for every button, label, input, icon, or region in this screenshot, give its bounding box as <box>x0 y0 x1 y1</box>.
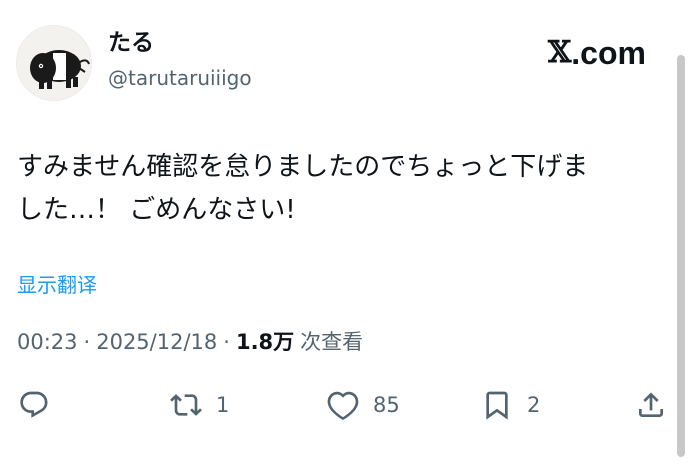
x-com-domain: .com <box>571 35 646 71</box>
handle[interactable]: @tarutaruiiigo <box>108 64 252 92</box>
like-count: 85 <box>373 393 400 417</box>
x-logo-icon: 𝕏 <box>548 35 572 70</box>
avatar[interactable] <box>16 25 92 101</box>
action-bar: 1 85 2 <box>0 383 690 427</box>
share-button[interactable] <box>635 383 667 427</box>
tapir-avatar-icon <box>30 50 90 89</box>
views-count: 1.8万 <box>235 330 295 354</box>
retweet-count: 1 <box>216 393 230 417</box>
tweet-meta: 00:23 · 2025/12/18 · 1.8万 次查看 <box>17 327 363 357</box>
like-button[interactable]: 85 <box>327 383 400 427</box>
bookmark-count: 2 <box>527 393 541 417</box>
x-com-logo[interactable]: 𝕏 .com <box>548 34 646 72</box>
tweet-text-line: すみません確認を怠りましたのでちょっと下げま <box>17 152 589 182</box>
reply-button[interactable] <box>18 383 50 427</box>
translate-link[interactable]: 显示翻译 <box>17 270 97 300</box>
tweet-text-line: した…！ ごめんなさい! <box>17 195 296 225</box>
tweet-time[interactable]: 00:23 <box>17 327 78 357</box>
meta-separator: · <box>223 330 230 354</box>
meta-separator: · <box>83 330 91 354</box>
views-label: 次查看 <box>300 330 364 354</box>
bookmark-icon <box>486 391 508 420</box>
reply-icon <box>20 391 48 418</box>
retweet-icon <box>170 394 202 416</box>
like-icon <box>327 391 359 420</box>
tweet-date[interactable]: 2025/12/18 <box>96 327 217 357</box>
bookmark-button[interactable]: 2 <box>481 383 540 427</box>
retweet-button[interactable]: 1 <box>170 383 229 427</box>
tweet-text: すみません確認を怠りましたのでちょっと下げま した…！ ごめんなさい! <box>17 146 677 232</box>
share-icon <box>639 392 663 417</box>
display-name[interactable]: たる <box>108 29 154 57</box>
tweet-card: たる @tarutaruiiigo 𝕏 .com すみません確認を怠りましたので… <box>0 0 690 469</box>
